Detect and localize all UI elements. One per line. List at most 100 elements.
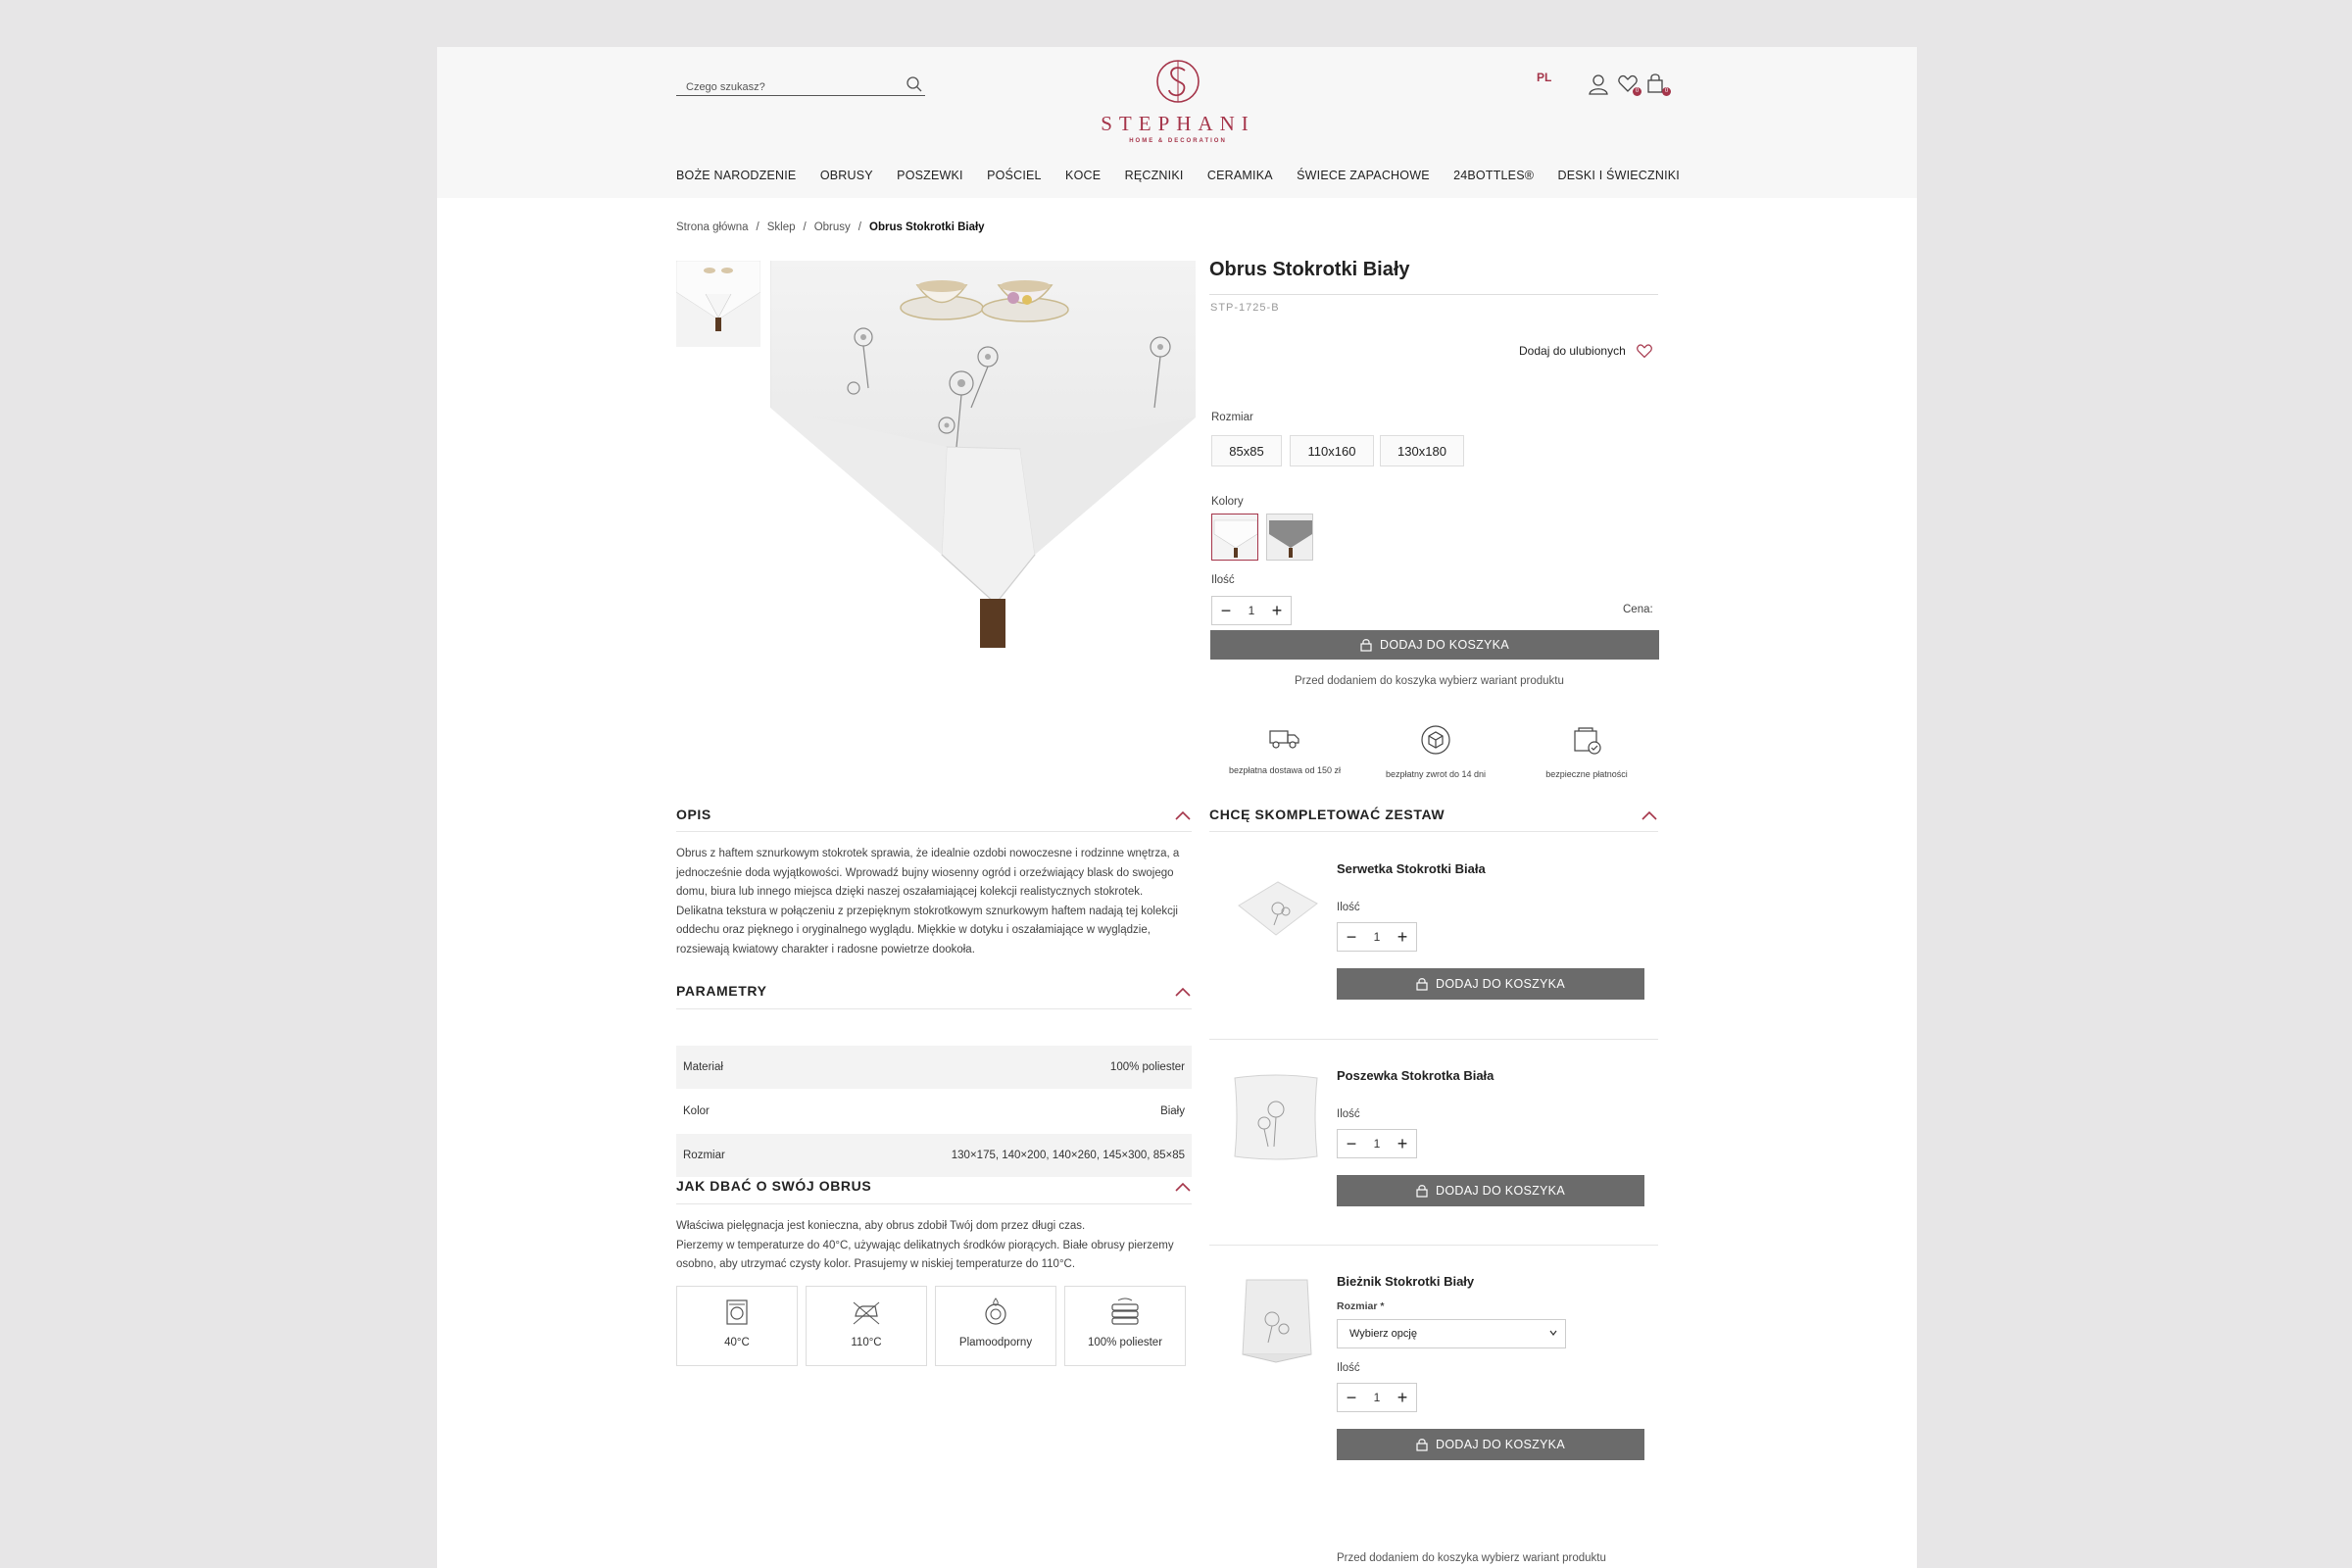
section-divider — [676, 831, 1192, 832]
size-option-110x160[interactable]: 110x160 — [1290, 435, 1374, 466]
quantity-label: Ilość — [1337, 1108, 1360, 1120]
set-product-image[interactable] — [1229, 864, 1323, 958]
nav-item[interactable]: BOŻE NARODZENIE — [676, 169, 796, 184]
wishlist-count-badge: 0 — [1633, 87, 1642, 96]
decrease-quantity-button[interactable]: − — [1344, 1389, 1359, 1406]
quantity-stepper: − 1 + — [1337, 922, 1417, 952]
set-product-name[interactable]: Poszewka Stokrotka Biała — [1337, 1068, 1494, 1083]
increase-quantity-button[interactable]: + — [1395, 1389, 1410, 1406]
parameter-name: Materiał — [683, 1061, 723, 1073]
add-to-cart-label: DODAJ DO KOSZYKA — [1436, 977, 1565, 991]
site-logo[interactable]: STEPHANI HOME & DECORATION — [1090, 57, 1266, 150]
decrease-quantity-button[interactable]: − — [1344, 928, 1359, 946]
quantity-value[interactable]: 1 — [1374, 1137, 1381, 1151]
add-to-favorites-button[interactable]: Dodaj do ulubionych — [1519, 343, 1653, 359]
size-option-130x180[interactable]: 130x180 — [1380, 435, 1464, 466]
perk-label: bezpłatna dostawa od 150 zł — [1228, 765, 1342, 775]
add-to-cart-button[interactable]: DODAJ DO KOSZYKA — [1337, 1175, 1644, 1206]
lock-icon — [1360, 639, 1372, 652]
add-to-cart-button[interactable]: DODAJ DO KOSZYKA — [1337, 1429, 1644, 1460]
set-product-name[interactable]: Serwetka Stokrotki Biała — [1337, 861, 1486, 876]
price-label: Cena: — [1623, 604, 1653, 615]
parameter-row: Kolor Biały — [676, 1090, 1192, 1133]
quantity-stepper: − 1 + — [1337, 1129, 1417, 1158]
lock-icon — [1416, 978, 1428, 991]
breadcrumb-link[interactable]: Obrusy — [814, 221, 851, 233]
main-nav: BOŻE NARODZENIE OBRUSY POSZEWKI POŚCIEL … — [676, 169, 1680, 184]
nav-item[interactable]: OBRUSY — [820, 169, 873, 184]
lock-icon — [1416, 1439, 1428, 1451]
care-text: Właściwa pielęgnacja jest konieczna, aby… — [676, 1217, 1192, 1275]
perk-free-return: bezpłatny zwrot do 14 dni — [1362, 723, 1509, 779]
logo-text: STEPHANI — [1101, 112, 1255, 135]
product-thumbnail[interactable] — [676, 261, 760, 347]
product-page: STEPHANI HOME & DECORATION PL 0 0 BOŻE N… — [437, 47, 1917, 1568]
care-line: Właściwa pielęgnacja jest konieczna, aby… — [676, 1220, 1086, 1232]
parameter-name: Kolor — [683, 1105, 710, 1117]
language-selector[interactable]: PL — [1537, 71, 1551, 84]
parameter-value: 130×175, 140×200, 140×260, 145×300, 85×8… — [951, 1150, 1185, 1161]
cart-button[interactable]: 0 — [1646, 73, 1671, 96]
collapse-chevron-icon[interactable] — [1174, 986, 1192, 998]
add-to-cart-button[interactable]: DODAJ DO KOSZYKA — [1210, 630, 1659, 660]
perk-secure-payment: bezpieczne płatności — [1513, 723, 1660, 779]
set-product-image[interactable] — [1229, 1070, 1323, 1164]
nav-item[interactable]: POŚCIEL — [987, 169, 1042, 184]
nav-item[interactable]: CERAMIKA — [1207, 169, 1273, 184]
product-main-image[interactable] — [769, 261, 1196, 696]
increase-quantity-button[interactable]: + — [1395, 1135, 1410, 1152]
quantity-value[interactable]: 1 — [1249, 604, 1255, 617]
add-to-cart-label: DODAJ DO KOSZYKA — [1436, 1184, 1565, 1198]
set-product-image[interactable] — [1229, 1272, 1323, 1366]
set-product-name[interactable]: Bieżnik Stokrotki Biały — [1337, 1274, 1474, 1289]
delivery-truck-icon — [1269, 730, 1299, 749]
quantity-label: Ilość — [1211, 574, 1235, 586]
care-item-polyester: 100% poliester — [1064, 1286, 1186, 1366]
search-input[interactable] — [676, 73, 892, 94]
increase-quantity-button[interactable]: + — [1269, 602, 1285, 619]
size-option-85x85[interactable]: 85x85 — [1211, 435, 1282, 466]
description-text: Obrus z haftem sznurkowym stokrotek spra… — [676, 848, 1180, 956]
color-swatch-gray[interactable] — [1266, 514, 1313, 561]
size-select[interactable]: Wybierz opcję — [1337, 1319, 1566, 1348]
decrease-quantity-button[interactable]: − — [1218, 602, 1234, 619]
collapse-chevron-icon[interactable] — [1174, 809, 1192, 821]
stain-resistant-icon — [985, 1298, 1006, 1325]
increase-quantity-button[interactable]: + — [1395, 928, 1410, 946]
size-label: Rozmiar — [1211, 412, 1253, 423]
return-box-icon — [1421, 725, 1450, 755]
collapse-chevron-icon[interactable] — [1174, 1181, 1192, 1193]
secure-payment-icon — [1574, 727, 1601, 755]
add-to-cart-button[interactable]: DODAJ DO KOSZYKA — [1337, 968, 1644, 1000]
care-item-ironing: 110°C — [806, 1286, 927, 1366]
perk-free-delivery: bezpłatna dostawa od 150 zł — [1211, 723, 1358, 775]
product-title: Obrus Stokrotki Biały — [1209, 259, 1410, 280]
nav-item[interactable]: RĘCZNIKI — [1125, 169, 1184, 184]
nav-item[interactable]: POSZEWKI — [897, 169, 963, 184]
breadcrumb-link[interactable]: Strona główna — [676, 221, 749, 233]
nav-item[interactable]: 24BOTTLES® — [1453, 169, 1534, 184]
color-swatch-white[interactable] — [1211, 514, 1258, 561]
add-to-cart-label: DODAJ DO KOSZYKA — [1380, 638, 1509, 652]
section-divider — [1209, 1039, 1658, 1040]
nav-item[interactable]: DESKI I ŚWIECZNIKI — [1558, 169, 1680, 184]
nav-item[interactable]: ŚWIECE ZAPACHOWE — [1297, 169, 1430, 184]
breadcrumb-link[interactable]: Sklep — [767, 221, 796, 233]
parameter-row: Rozmiar 130×175, 140×200, 140×260, 145×3… — [676, 1134, 1192, 1177]
parameter-value: 100% poliester — [1109, 1061, 1185, 1073]
nav-item[interactable]: KOCE — [1065, 169, 1101, 184]
collapse-chevron-icon[interactable] — [1641, 809, 1658, 821]
search-box — [676, 73, 925, 96]
quantity-value[interactable]: 1 — [1374, 930, 1381, 944]
search-icon[interactable] — [906, 75, 923, 93]
wishlist-button[interactable]: 0 — [1617, 73, 1642, 96]
quantity-value[interactable]: 1 — [1374, 1391, 1381, 1404]
size-select-value: Wybierz opcję — [1349, 1328, 1417, 1340]
user-icon[interactable] — [1588, 73, 1609, 96]
colors-label: Kolory — [1211, 496, 1244, 508]
quantity-stepper: − 1 + — [1211, 596, 1292, 625]
decrease-quantity-button[interactable]: − — [1344, 1135, 1359, 1152]
care-item-label: 100% poliester — [1087, 1337, 1163, 1348]
parameters-title: PARAMETRY — [676, 983, 767, 999]
chevron-down-icon — [1549, 1330, 1557, 1336]
